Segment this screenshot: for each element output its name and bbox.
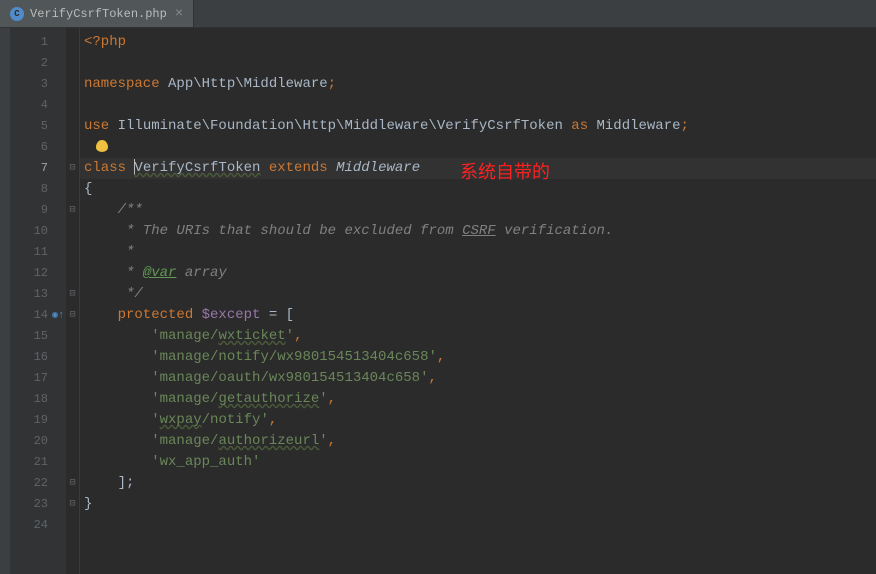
code-line: [80, 95, 876, 116]
code-line: 'wx_app_auth': [80, 452, 876, 473]
tab-bar: C VerifyCsrfToken.php ×: [0, 0, 876, 28]
code-line: [80, 53, 876, 74]
fold-toggle[interactable]: ⊟: [66, 158, 79, 179]
code-line: {: [80, 179, 876, 200]
fold-column: ⊟ ⊟ ⊟ ⊟ ⊟ ⊟: [66, 28, 80, 574]
line-number[interactable]: 6: [10, 137, 66, 158]
line-number[interactable]: 15: [10, 326, 66, 347]
intention-bulb-icon[interactable]: [96, 140, 108, 152]
code-line: */: [80, 284, 876, 305]
left-strip: [0, 28, 10, 574]
line-number[interactable]: 3: [10, 74, 66, 95]
code-line: namespace App\Http\Middleware;: [80, 74, 876, 95]
code-line: 'manage/wxticket',: [80, 326, 876, 347]
line-number[interactable]: 7: [10, 158, 66, 179]
code-line: protected $except = [: [80, 305, 876, 326]
code-line: }: [80, 494, 876, 515]
line-number[interactable]: 16: [10, 347, 66, 368]
code-line: use Illuminate\Foundation\Http\Middlewar…: [80, 116, 876, 137]
code-line: 'manage/notify/wx980154513404c658',: [80, 347, 876, 368]
override-icon: ◉↑: [52, 305, 64, 326]
code-line: *: [80, 242, 876, 263]
code-line: class VerifyCsrfToken extends Middleware: [80, 158, 876, 179]
tab-verifycsrftoken[interactable]: C VerifyCsrfToken.php ×: [0, 0, 194, 27]
code-line: 'wxpay/notify',: [80, 410, 876, 431]
close-icon[interactable]: ×: [173, 7, 185, 21]
code-area[interactable]: <?php namespace App\Http\Middleware; use…: [80, 28, 876, 574]
code-line: [80, 137, 876, 158]
php-class-icon: C: [10, 7, 24, 21]
line-number[interactable]: 23: [10, 494, 66, 515]
line-number[interactable]: 12: [10, 263, 66, 284]
line-number[interactable]: 1: [10, 32, 66, 53]
line-number[interactable]: 24: [10, 515, 66, 536]
fold-toggle[interactable]: ⊟: [66, 305, 79, 326]
fold-end[interactable]: ⊟: [66, 284, 79, 305]
line-number[interactable]: 10: [10, 221, 66, 242]
line-number[interactable]: 22: [10, 473, 66, 494]
tab-label: VerifyCsrfToken.php: [30, 7, 167, 21]
code-line: 'manage/oauth/wx980154513404c658',: [80, 368, 876, 389]
line-number[interactable]: 13: [10, 284, 66, 305]
fold-end[interactable]: ⊟: [66, 494, 79, 515]
line-number[interactable]: 18: [10, 389, 66, 410]
gutter: 1 2 3 4 5 6 7 8 9 10 11 12 13 14◉↑ 15 16…: [10, 28, 66, 574]
fold-toggle[interactable]: ⊟: [66, 200, 79, 221]
line-number[interactable]: 21: [10, 452, 66, 473]
line-number[interactable]: 17: [10, 368, 66, 389]
code-line: * The URIs that should be excluded from …: [80, 221, 876, 242]
code-line: /**: [80, 200, 876, 221]
code-line: 'manage/authorizeurl',: [80, 431, 876, 452]
line-number[interactable]: 9: [10, 200, 66, 221]
line-number[interactable]: 19: [10, 410, 66, 431]
line-number[interactable]: 5: [10, 116, 66, 137]
fold-end[interactable]: ⊟: [66, 473, 79, 494]
code-line: 'manage/getauthorize',: [80, 389, 876, 410]
line-number[interactable]: 4: [10, 95, 66, 116]
code-line: * @var array: [80, 263, 876, 284]
editor-area[interactable]: 1 2 3 4 5 6 7 8 9 10 11 12 13 14◉↑ 15 16…: [0, 28, 876, 574]
line-number[interactable]: 14◉↑: [10, 305, 66, 326]
line-number[interactable]: 20: [10, 431, 66, 452]
line-number[interactable]: 8: [10, 179, 66, 200]
code-line: [80, 515, 876, 536]
code-line: ];: [80, 473, 876, 494]
code-line: <?php: [80, 32, 876, 53]
line-number[interactable]: 2: [10, 53, 66, 74]
line-number[interactable]: 11: [10, 242, 66, 263]
